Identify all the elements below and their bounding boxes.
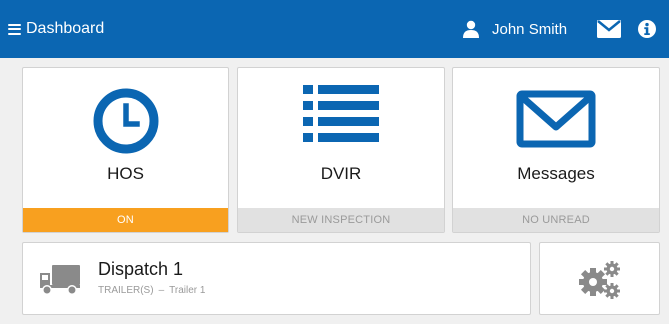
envelope-icon (453, 88, 659, 148)
messages-label: Messages (517, 164, 595, 183)
user-icon (463, 20, 479, 38)
hamburger-icon (8, 23, 21, 35)
list-icon (238, 85, 444, 143)
trailer-name: Trailer 1 (169, 285, 206, 296)
messages-status: NO UNREAD (453, 208, 659, 232)
dvir-tile[interactable]: DVIR NEW INSPECTION (237, 67, 445, 233)
truck-icon (40, 265, 80, 295)
app-header: Dashboard John Smith (0, 0, 669, 58)
clock-icon (23, 88, 228, 154)
gears-icon (579, 261, 620, 299)
dvir-label: DVIR (320, 164, 362, 183)
menu-button[interactable]: Dashboard (8, 18, 104, 40)
user-profile-button[interactable]: John Smith (462, 17, 567, 41)
messages-tile[interactable]: Messages NO UNREAD (452, 67, 660, 233)
dispatch-card[interactable]: Dispatch 1 TRAILER(S) – Trailer 1 (22, 242, 531, 315)
page-title: Dashboard (26, 20, 105, 37)
dispatch-title: Dispatch 1 (98, 259, 184, 279)
dispatch-trailer-info: TRAILER(S) – Trailer 1 (98, 285, 205, 296)
hos-tile[interactable]: HOS ON (22, 67, 229, 233)
settings-button[interactable] (539, 242, 660, 315)
trailer-separator: – (158, 285, 165, 296)
trailer-prefix: TRAILER(S) (98, 285, 154, 296)
info-icon[interactable] (638, 20, 656, 38)
hos-status: ON (23, 208, 228, 232)
user-name: John Smith (492, 20, 568, 38)
mail-icon[interactable] (597, 20, 621, 38)
hos-label: HOS (107, 164, 144, 183)
dvir-status: NEW INSPECTION (238, 208, 444, 232)
